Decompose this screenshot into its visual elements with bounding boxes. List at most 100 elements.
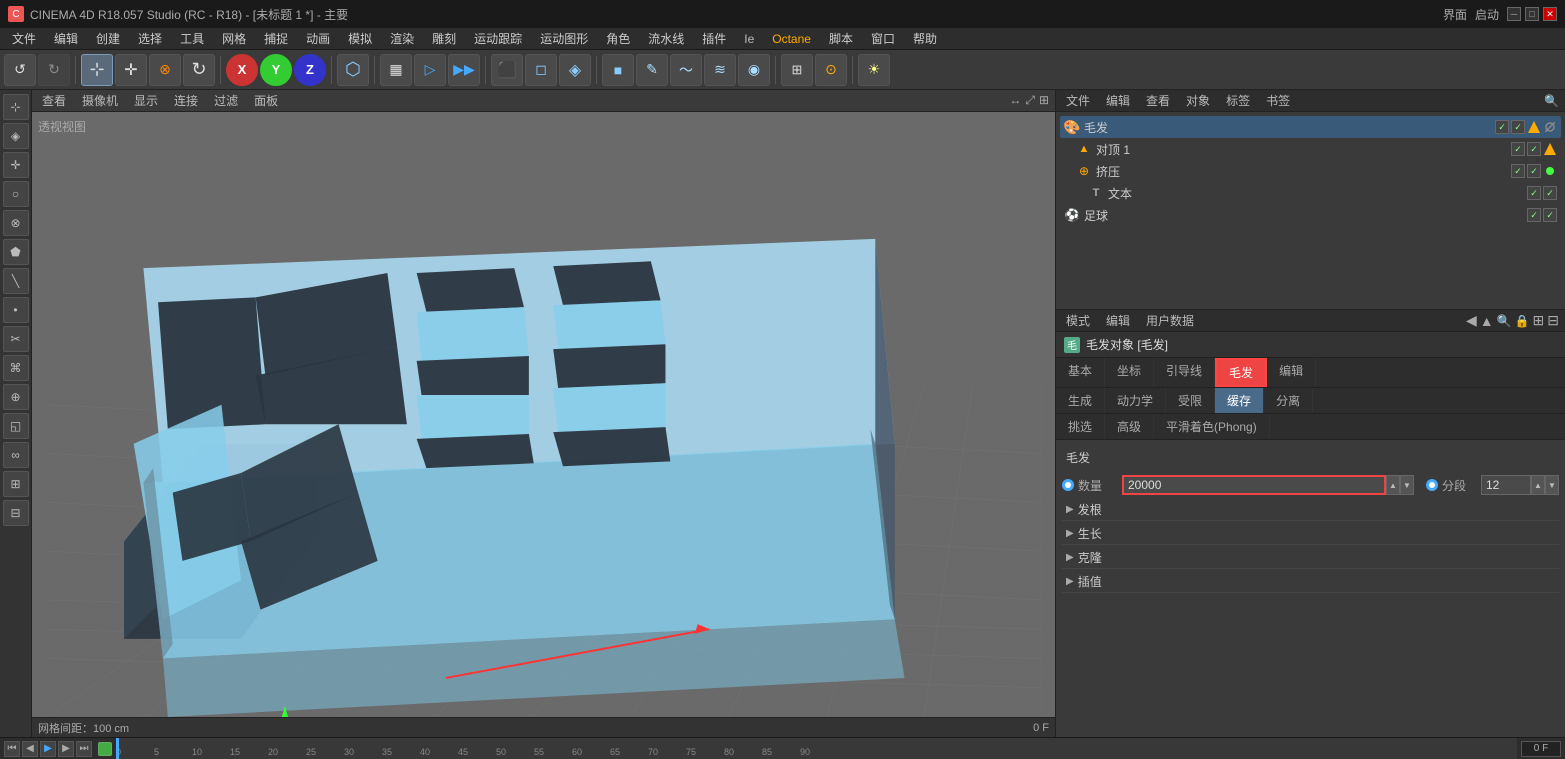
menu-select[interactable]: 选择: [130, 28, 170, 49]
ls-extrude-button[interactable]: ⊕: [3, 384, 29, 410]
ls-move-button[interactable]: ✛: [3, 152, 29, 178]
tl-end-button[interactable]: ⏭: [76, 741, 92, 757]
am-back-icon[interactable]: ◀: [1466, 312, 1477, 329]
menu-snap[interactable]: 捕捉: [256, 28, 296, 49]
vp-connect-menu[interactable]: 连接: [170, 90, 202, 111]
vp-maximize-icon[interactable]: ⊞: [1039, 93, 1049, 108]
menu-script[interactable]: 脚本: [821, 28, 861, 49]
deform-button[interactable]: ≋: [704, 54, 736, 86]
menu-sculpt[interactable]: 雕刻: [424, 28, 464, 49]
vp-display-menu[interactable]: 显示: [130, 90, 162, 111]
wireframe-button[interactable]: ⊙: [815, 54, 847, 86]
move-tool-button[interactable]: ✛: [115, 54, 147, 86]
maximize-button[interactable]: □: [1525, 7, 1539, 21]
om-file-menu[interactable]: 文件: [1062, 90, 1094, 111]
undo-button[interactable]: ↺: [4, 54, 36, 86]
count-up[interactable]: ▲: [1386, 475, 1400, 495]
menu-help[interactable]: 帮助: [905, 28, 945, 49]
ls-dissolve-button[interactable]: ⊟: [3, 500, 29, 526]
menu-create[interactable]: 创建: [88, 28, 128, 49]
extrude-check-2[interactable]: ✓: [1527, 164, 1541, 178]
vp-view-menu[interactable]: 查看: [38, 90, 70, 111]
tab-advanced[interactable]: 高级: [1105, 414, 1154, 439]
am-up-icon[interactable]: ▲: [1480, 313, 1494, 329]
top1-check-2[interactable]: ✓: [1527, 142, 1541, 156]
pen-button[interactable]: ✎: [636, 54, 668, 86]
om-search-icon[interactable]: 🔍: [1544, 94, 1559, 108]
view-front-button[interactable]: ◻: [525, 54, 557, 86]
y-axis-button[interactable]: Y: [260, 54, 292, 86]
tab-generate[interactable]: 生成: [1056, 388, 1105, 413]
viewport[interactable]: 查看 摄像机 显示 连接 过滤 面板 ↔ ⤢ ⊞: [32, 90, 1055, 737]
am-lock-icon[interactable]: 🔒: [1515, 314, 1530, 328]
ls-connect-button[interactable]: ⊞: [3, 471, 29, 497]
am-expand-icon[interactable]: ⊞: [1533, 312, 1545, 329]
menu-file[interactable]: 文件: [4, 28, 44, 49]
am-mode-menu[interactable]: 模式: [1062, 310, 1094, 331]
coord-button[interactable]: ⬡: [337, 54, 369, 86]
tab-selection[interactable]: 挑选: [1056, 414, 1105, 439]
ls-knife-button[interactable]: ✂: [3, 326, 29, 352]
count-input[interactable]: [1122, 475, 1386, 495]
menu-tools[interactable]: 工具: [172, 28, 212, 49]
menu-mesh[interactable]: 网格: [214, 28, 254, 49]
view-cube-button[interactable]: ⬛: [491, 54, 523, 86]
ls-snap-button[interactable]: ⊹: [3, 94, 29, 120]
ls-polygon-button[interactable]: ⬟: [3, 239, 29, 265]
viewport-canvas[interactable]: Y Z 透视视图: [32, 112, 1055, 717]
rotate-tool-button[interactable]: ↻: [183, 54, 215, 86]
menu-motion-tracker[interactable]: 运动跟踪: [466, 28, 530, 49]
tl-prev-button[interactable]: ◀: [22, 741, 38, 757]
text-check-2[interactable]: ✓: [1543, 186, 1557, 200]
menu-ie[interactable]: Ie: [736, 30, 762, 48]
render-region-button[interactable]: ▦: [380, 54, 412, 86]
seg-down[interactable]: ▼: [1545, 475, 1559, 495]
top1-check-1[interactable]: ✓: [1511, 142, 1525, 156]
tab-edit[interactable]: 编辑: [1267, 358, 1316, 387]
am-search-icon[interactable]: 🔍: [1497, 314, 1512, 328]
tab-phong[interactable]: 平滑着色(Phong): [1154, 414, 1270, 439]
om-row-soccer[interactable]: ⚽ 足球 ✓ ✓: [1060, 204, 1561, 226]
seg-up[interactable]: ▲: [1531, 475, 1545, 495]
render-active-button[interactable]: ▷: [414, 54, 446, 86]
menu-simulate[interactable]: 模拟: [340, 28, 380, 49]
om-view-menu[interactable]: 查看: [1142, 90, 1174, 111]
om-bookmark-menu[interactable]: 书签: [1262, 90, 1294, 111]
om-row-top1[interactable]: ▲ 对顶 1 ✓ ✓: [1060, 138, 1561, 160]
tab-cache[interactable]: 缓存: [1215, 388, 1264, 413]
seg-radio[interactable]: [1426, 479, 1438, 491]
collapse-clone[interactable]: ▶ 克隆: [1062, 547, 1559, 569]
z-axis-button[interactable]: Z: [294, 54, 326, 86]
tab-separate[interactable]: 分离: [1264, 388, 1313, 413]
scale-tool-button[interactable]: ⊗: [149, 54, 181, 86]
vp-panel-menu[interactable]: 面板: [250, 90, 282, 111]
collapse-interpolate[interactable]: ▶ 插值: [1062, 571, 1559, 593]
ls-bevel-button[interactable]: ◱: [3, 413, 29, 439]
am-user-data-menu[interactable]: 用户数据: [1142, 310, 1198, 331]
cube-button[interactable]: ■: [602, 54, 634, 86]
x-axis-button[interactable]: X: [226, 54, 258, 86]
tl-start-button[interactable]: ⏮: [4, 741, 20, 757]
menu-pipeline[interactable]: 流水线: [640, 28, 692, 49]
view-persp-button[interactable]: ◈: [559, 54, 591, 86]
om-row-extrude[interactable]: ⊕ 挤压 ✓ ✓: [1060, 160, 1561, 182]
tab-hair[interactable]: 毛发: [1215, 358, 1267, 387]
om-row-text[interactable]: T 文本 ✓ ✓: [1060, 182, 1561, 204]
ls-rotate-button[interactable]: ○: [3, 181, 29, 207]
tab-guides[interactable]: 引导线: [1154, 358, 1215, 387]
om-edit-menu[interactable]: 编辑: [1102, 90, 1134, 111]
menu-edit[interactable]: 编辑: [46, 28, 86, 49]
tab-coord[interactable]: 坐标: [1105, 358, 1154, 387]
am-edit-menu[interactable]: 编辑: [1102, 310, 1134, 331]
render-all-button[interactable]: ▶▶: [448, 54, 480, 86]
light-button[interactable]: ☀: [858, 54, 890, 86]
fur-check-1[interactable]: ✓: [1495, 120, 1509, 134]
ls-loop-button[interactable]: ∞: [3, 442, 29, 468]
ls-select-button[interactable]: ◈: [3, 123, 29, 149]
redo-button[interactable]: ↻: [38, 54, 70, 86]
menu-render[interactable]: 渲染: [382, 28, 422, 49]
tab-affected[interactable]: 受限: [1166, 388, 1215, 413]
spline-button[interactable]: 〜: [670, 54, 702, 86]
soccer-check-2[interactable]: ✓: [1543, 208, 1557, 222]
extrude-check-1[interactable]: ✓: [1511, 164, 1525, 178]
